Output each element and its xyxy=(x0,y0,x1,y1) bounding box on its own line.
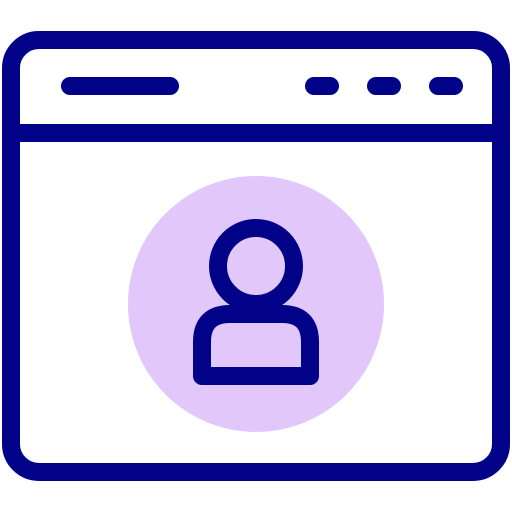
browser-window-user-icon xyxy=(0,0,512,512)
browser-window-illustration xyxy=(2,31,510,481)
